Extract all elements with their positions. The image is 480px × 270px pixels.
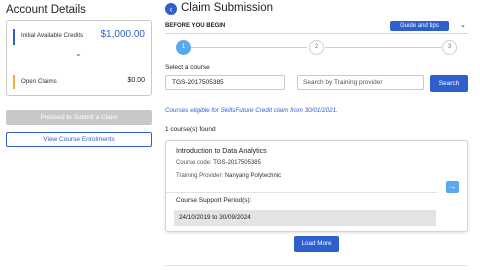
page-title: Claim Submission [181, 2, 274, 14]
step-3[interactable]: 3 [442, 40, 457, 55]
step-1[interactable]: 1 [176, 40, 191, 55]
load-more-button[interactable]: Load More [294, 236, 339, 252]
credits-label: Initial Available Credits [21, 32, 84, 39]
course-code-row: Course code: TGS-2017505385 [176, 160, 261, 166]
training-provider-search-input[interactable]: Search by Training provider [297, 75, 424, 90]
select-course-label: Select a course [165, 64, 210, 71]
course-support-period-label: Course Support Period(s): [176, 197, 252, 204]
step-connector [325, 47, 441, 48]
credits-value: $1,000.00 [100, 29, 146, 40]
proceed-to-submit-button[interactable]: Proceed to Submit a Claim [6, 110, 152, 125]
course-code-label: Course code: [176, 160, 212, 166]
chevron-down-icon[interactable]: ⌄ [460, 21, 466, 29]
course-result-card[interactable]: Introduction to Data Analytics Course co… [165, 140, 468, 232]
step-connector [191, 47, 307, 48]
results-count: 1 course(s) found [165, 126, 216, 133]
card-divider [166, 192, 437, 193]
guide-and-tips-button[interactable]: Guide and tips [390, 21, 449, 31]
course-name: Introduction to Data Analytics [176, 148, 267, 155]
open-claims-row: Open Claims $0.00 [13, 75, 145, 89]
open-claims-value: $0.00 [127, 77, 145, 84]
credit-summary-card: Initial Available Credits $1,000.00 ⌄ Op… [6, 20, 152, 96]
divider [165, 33, 468, 34]
step-2[interactable]: 2 [309, 40, 324, 55]
arrow-right-icon[interactable]: → [446, 181, 459, 193]
search-button[interactable]: Search [430, 75, 468, 92]
course-code-input[interactable]: TGS-2017505385 [165, 75, 285, 90]
course-code-value: TGS-2017505385 [213, 160, 261, 166]
open-claims-label: Open Claims [21, 78, 57, 85]
training-provider-value: Nanyang Polytechnic [224, 173, 282, 179]
divider [165, 265, 468, 266]
chevron-down-icon[interactable]: ⌄ [75, 49, 82, 58]
account-details-title: Account Details [6, 4, 86, 16]
credits-row: Initial Available Credits $1,000.00 [13, 29, 145, 45]
back-icon[interactable]: ‹ [165, 3, 177, 15]
training-provider-row: Training Provider: Nanyang Polytechnic [176, 173, 281, 179]
course-support-period-value: 24/10/2019 to 30/09/2024 [174, 210, 436, 226]
view-course-enrolments-button[interactable]: View Course Enrolments [6, 132, 152, 147]
section-label: BEFORE YOU BEGIN [165, 23, 226, 29]
eligibility-note: Courses eligible for SkillsFuture Credit… [165, 107, 338, 114]
training-provider-label: Training Provider: [176, 173, 224, 179]
progress-stepper: 1 2 3 [165, 38, 468, 58]
